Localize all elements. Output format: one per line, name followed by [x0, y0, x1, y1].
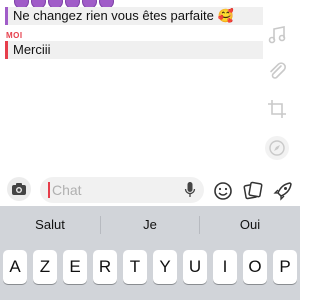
friend-message[interactable]: Ne changez rien vous êtes parfaite 🥰 — [5, 7, 263, 25]
sticker-icon[interactable] — [242, 180, 264, 202]
smiley-icon[interactable] — [212, 180, 234, 202]
key-i[interactable]: I — [213, 250, 237, 284]
sender-label-me: MOI — [6, 31, 23, 40]
key-y[interactable]: Y — [153, 250, 177, 284]
my-message-accent — [5, 41, 8, 59]
friend-message-accent — [5, 7, 8, 25]
paperclip-icon[interactable] — [266, 60, 288, 82]
text-cursor — [48, 182, 50, 198]
rocket-icon[interactable] — [272, 180, 294, 202]
friend-message-text: Ne changez rien vous êtes parfaite 🥰 — [13, 8, 234, 23]
keyboard: Salut Je Oui A Z E R T Y U I O P — [0, 206, 300, 300]
suggestion-2[interactable]: Je — [101, 206, 199, 244]
chat-area: Ne changez rien vous êtes parfaite 🥰 MOI… — [0, 0, 300, 170]
my-message-text: Merciii — [13, 42, 51, 57]
suggestion-3[interactable]: Oui — [200, 206, 300, 244]
crop-icon[interactable] — [266, 98, 288, 120]
key-z[interactable]: Z — [33, 250, 57, 284]
compass-button[interactable] — [265, 136, 289, 160]
camera-button[interactable] — [7, 177, 31, 201]
chat-input[interactable] — [52, 181, 172, 199]
key-e[interactable]: E — [63, 250, 87, 284]
chat-input-bar — [0, 174, 300, 206]
key-r[interactable]: R — [93, 250, 117, 284]
key-p[interactable]: P — [273, 250, 297, 284]
chat-input-field[interactable] — [40, 177, 204, 203]
key-t[interactable]: T — [123, 250, 147, 284]
music-note-icon[interactable] — [266, 24, 288, 46]
key-o[interactable]: O — [243, 250, 267, 284]
microphone-icon[interactable] — [184, 181, 196, 199]
my-message[interactable]: Merciii — [5, 41, 263, 59]
suggestion-1[interactable]: Salut — [0, 206, 100, 244]
camera-icon — [12, 183, 26, 195]
compass-icon — [269, 140, 285, 156]
key-a[interactable]: A — [3, 250, 27, 284]
key-u[interactable]: U — [183, 250, 207, 284]
suggestion-bar: Salut Je Oui — [0, 206, 300, 244]
